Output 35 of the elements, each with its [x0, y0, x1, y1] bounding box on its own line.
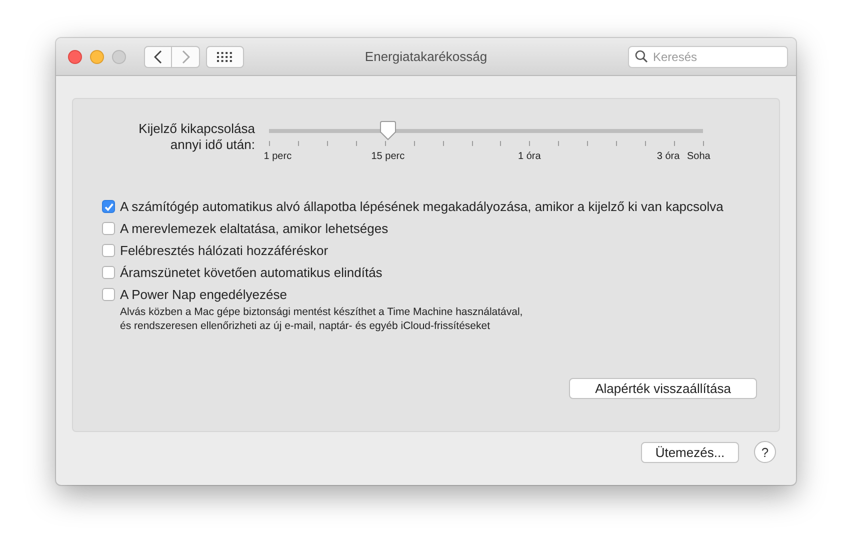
slider-thumb[interactable] — [378, 121, 397, 141]
option-label: A számítógép automatikus alvó állapotba lépésének megakadályozása, amikor a kijelző ki van kapcsolva — [120, 199, 724, 214]
help-button[interactable]: ? — [754, 441, 776, 463]
tick-label: 15 perc — [371, 151, 405, 162]
slider-label: annyi idő után: — [170, 137, 255, 153]
schedule-button[interactable]: Ütemezés... — [641, 442, 739, 462]
option-label: Felébresztés hálózati hozzáféréskor — [120, 243, 328, 258]
zoom-button[interactable] — [112, 50, 126, 64]
back-button[interactable] — [144, 46, 172, 68]
minimize-button[interactable] — [90, 50, 104, 64]
tick-label: Soha — [686, 151, 710, 162]
restore-defaults-button[interactable]: Alapérték visszaállítása — [569, 378, 757, 399]
checkbox[interactable] — [102, 244, 115, 257]
grid-icon — [217, 52, 233, 62]
chevron-left-icon — [154, 50, 162, 64]
checkbox[interactable] — [102, 288, 115, 301]
tick-label: 1 óra — [518, 151, 541, 162]
close-button[interactable] — [68, 50, 82, 64]
checkbox[interactable] — [102, 266, 115, 279]
checkbox[interactable] — [102, 200, 115, 213]
chevron-right-icon — [182, 50, 190, 64]
option-label: A Power Nap engedélyezése — [120, 287, 287, 302]
description-text: és rendszeresen ellenőrizheti az új e-mail, naptár- és egyéb iCloud-frissítéseket — [120, 319, 492, 333]
search-input[interactable]: Keresés — [653, 50, 773, 64]
option-label: Áramszünetet követően automatikus elindítás — [120, 265, 382, 280]
tick-label: 3 óra — [656, 151, 680, 162]
search-icon — [635, 50, 648, 63]
slider-label: Kijelző kikapcsolása — [138, 121, 255, 137]
search-field[interactable]: Keresés — [628, 46, 788, 68]
checkbox[interactable] — [102, 222, 115, 235]
tick-label: 1 perc — [264, 151, 292, 162]
show-all-button[interactable] — [206, 46, 244, 68]
description-text: Alvás közben a Mac gépe biztonsági mentést készíthet a Time Machine használatával, — [120, 305, 524, 319]
window-title: Energiatakarékosság — [364, 49, 488, 64]
option-label: A merevlemezek elaltatása, amikor lehetséges — [120, 221, 388, 236]
